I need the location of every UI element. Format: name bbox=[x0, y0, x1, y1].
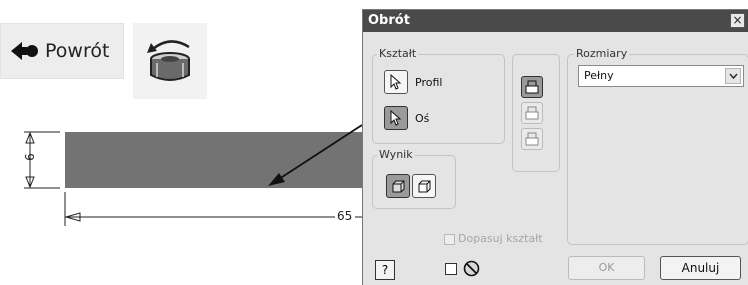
profile-rectangle bbox=[65, 132, 362, 188]
height-dimension-label: 6 bbox=[22, 153, 37, 161]
back-button-label: Powrót bbox=[45, 40, 110, 62]
chevron-down-icon[interactable] bbox=[725, 68, 741, 84]
sketch-drawing bbox=[24, 124, 362, 226]
back-button[interactable]: Powrót bbox=[0, 23, 124, 79]
intersect-operation-button[interactable] bbox=[521, 128, 543, 150]
join-icon bbox=[525, 80, 539, 94]
axis-select-button[interactable] bbox=[384, 106, 408, 130]
preview-checkbox[interactable] bbox=[445, 263, 457, 275]
revolve-dialog: Obrót × Kształt Profil Oś Wynik Rozmiary… bbox=[362, 9, 748, 285]
surface-icon bbox=[418, 180, 431, 193]
revolve-icon bbox=[147, 40, 190, 81]
profile-select-button[interactable] bbox=[384, 70, 408, 94]
dialog-title: Obrót bbox=[368, 13, 410, 28]
cancel-button[interactable]: Anuluj bbox=[660, 256, 741, 280]
revolve-tool-button[interactable] bbox=[133, 23, 207, 99]
extents-selected-value: Pełny bbox=[584, 69, 614, 82]
cursor-icon bbox=[390, 74, 402, 90]
surface-output-button[interactable] bbox=[412, 174, 436, 198]
shape-group-label: Kształt bbox=[377, 47, 419, 60]
join-operation-button[interactable] bbox=[521, 76, 543, 98]
match-shape-label: Dopasuj kształt bbox=[458, 232, 543, 245]
extents-group-label: Rozmiary bbox=[574, 47, 630, 60]
axis-label: Oś bbox=[415, 112, 430, 125]
cut-operation-button[interactable] bbox=[521, 102, 543, 124]
cut-icon bbox=[525, 106, 539, 120]
close-button[interactable]: × bbox=[730, 13, 745, 28]
help-button[interactable]: ? bbox=[375, 260, 395, 280]
match-shape-checkbox[interactable] bbox=[444, 234, 455, 245]
shape-group: Kształt bbox=[372, 47, 505, 144]
no-preview-icon[interactable] bbox=[463, 260, 480, 277]
extents-dropdown[interactable]: Pełny bbox=[578, 65, 744, 87]
ok-button[interactable]: OK bbox=[568, 256, 645, 280]
arrow-left-icon bbox=[11, 42, 38, 60]
dialog-titlebar[interactable]: Obrót × bbox=[363, 10, 748, 32]
output-group-label: Wynik bbox=[377, 148, 415, 161]
length-dimension-label: 65 bbox=[337, 209, 353, 223]
solid-icon bbox=[392, 180, 405, 193]
profile-label: Profil bbox=[415, 76, 443, 89]
cursor-icon bbox=[390, 110, 402, 126]
intersect-icon bbox=[525, 132, 539, 146]
solid-output-button[interactable] bbox=[386, 174, 410, 198]
